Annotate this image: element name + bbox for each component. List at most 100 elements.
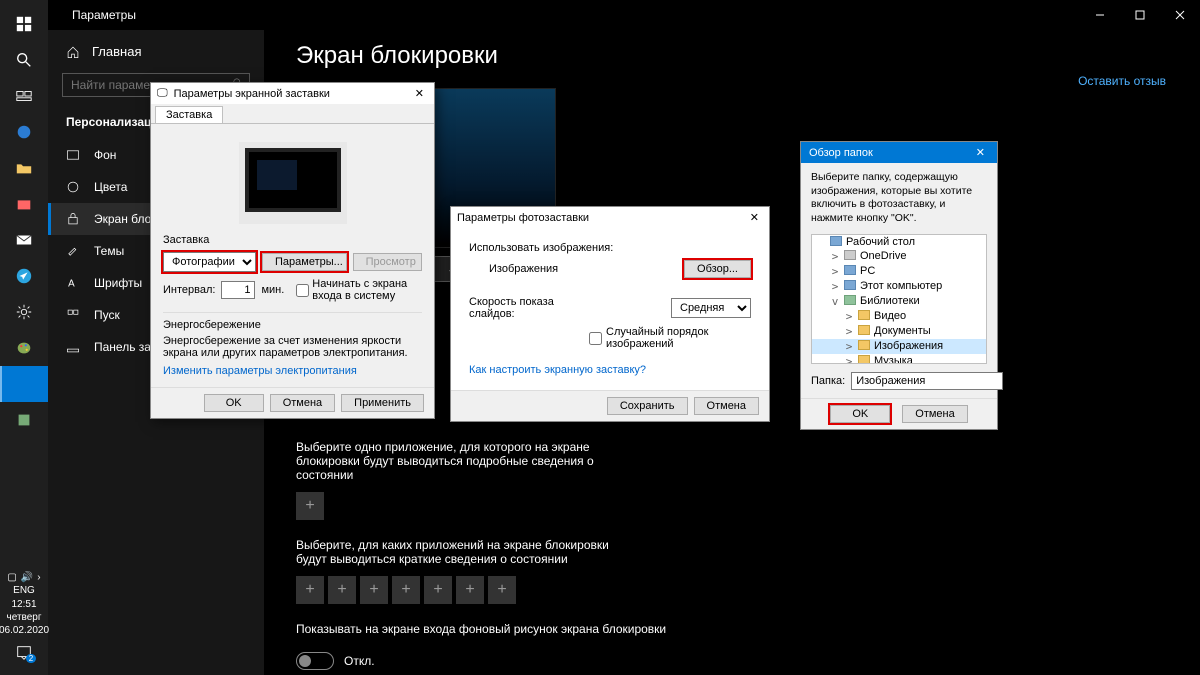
detail-app-tile[interactable]: +: [296, 492, 324, 520]
volume-icon[interactable]: 🔊: [21, 572, 33, 583]
quick-app-tile[interactable]: +: [360, 576, 388, 604]
browse-dialog: Обзор папок ✕ Выберите папку, содержащую…: [800, 141, 998, 430]
random-checkbox-label[interactable]: Случайный порядок изображений: [589, 326, 751, 350]
interval-input[interactable]: [221, 281, 255, 299]
screensaver-select[interactable]: Фотографии: [163, 252, 256, 272]
minimize-button[interactable]: [1080, 0, 1120, 30]
expand-icon[interactable]: >: [830, 265, 840, 278]
clock[interactable]: 12:51 четверг 06.02.2020: [0, 598, 49, 637]
expand-icon[interactable]: >: [844, 310, 854, 323]
telegram-button[interactable]: [0, 258, 48, 294]
tree-item[interactable]: > Этот компьютер: [812, 279, 986, 294]
close-icon[interactable]: ✕: [746, 211, 763, 224]
paint-icon: [15, 339, 33, 357]
resume-checkbox[interactable]: [296, 284, 309, 297]
maximize-button[interactable]: [1120, 0, 1160, 30]
gear-icon: [15, 303, 33, 321]
quick-app-tile[interactable]: +: [328, 576, 356, 604]
action-center-button[interactable]: 2: [0, 639, 48, 667]
tree-item-label: Изображения: [874, 340, 943, 352]
start-button[interactable]: [0, 6, 48, 42]
tree-item-label: Видео: [874, 310, 906, 322]
tab-screensaver[interactable]: Заставка: [155, 106, 223, 123]
resume-checkbox-label[interactable]: Начинать с экрана входа в систему: [296, 278, 422, 302]
lock-icon: [66, 212, 80, 226]
settings-titlebar: Параметры: [48, 0, 1200, 30]
home-icon: [66, 45, 80, 59]
tree-item[interactable]: Рабочий стол: [812, 235, 986, 249]
close-icon[interactable]: ✕: [972, 146, 989, 159]
search-button[interactable]: [0, 42, 48, 78]
explorer-button[interactable]: [0, 150, 48, 186]
toggle-state: Откл.: [344, 654, 375, 668]
expand-icon[interactable]: >: [844, 355, 854, 364]
interval-label: Интервал:: [163, 284, 215, 296]
font-icon: A: [66, 276, 80, 290]
windows-icon: [15, 15, 33, 33]
cancel-button[interactable]: Отмена: [694, 397, 759, 415]
expand-icon[interactable]: >: [844, 325, 854, 338]
cancel-button[interactable]: Отмена: [902, 405, 967, 423]
random-checkbox[interactable]: [589, 332, 602, 345]
tree-item[interactable]: > OneDrive: [812, 249, 986, 264]
help-link[interactable]: Как настроить экранную заставку?: [469, 364, 646, 376]
apply-button[interactable]: Применить: [341, 394, 424, 412]
tree-item-label: Этот компьютер: [860, 280, 942, 292]
params-button[interactable]: Параметры...: [262, 253, 347, 271]
drive-icon: [844, 250, 856, 262]
ok-button[interactable]: OK: [830, 405, 890, 423]
tree-item-label: Музыка: [874, 355, 913, 364]
task-view-icon: [15, 87, 33, 105]
settings-task-button[interactable]: [0, 366, 48, 402]
folder-icon: [15, 159, 33, 177]
task-view-button[interactable]: [0, 78, 48, 114]
expand-icon[interactable]: v: [830, 295, 840, 308]
edge-button[interactable]: [0, 114, 48, 150]
tree-item-label: OneDrive: [860, 250, 906, 262]
folder-icon: [858, 325, 870, 337]
app-button[interactable]: [0, 402, 48, 438]
store-button[interactable]: [0, 186, 48, 222]
tree-item[interactable]: > Изображения: [812, 339, 986, 354]
expand-icon[interactable]: >: [844, 340, 854, 353]
energy-link[interactable]: Изменить параметры электропитания: [163, 365, 422, 377]
folder-tree[interactable]: Рабочий стол > OneDrive > PC > Этот компьютер v…: [811, 234, 987, 364]
quick-app-tile[interactable]: +: [488, 576, 516, 604]
nav-home[interactable]: Главная: [48, 36, 264, 67]
expand-icon[interactable]: >: [830, 280, 840, 293]
cancel-button[interactable]: Отмена: [270, 394, 335, 412]
screensaver-group-label: Заставка: [163, 234, 422, 246]
tree-item[interactable]: > PC: [812, 264, 986, 279]
close-button[interactable]: [1160, 0, 1200, 30]
folder-field-label: Папка:: [811, 375, 845, 387]
close-icon[interactable]: ✕: [411, 87, 428, 100]
folder-input[interactable]: [851, 372, 1003, 390]
tree-item[interactable]: > Видео: [812, 309, 986, 324]
quick-app-tile[interactable]: +: [424, 576, 452, 604]
browse-button[interactable]: Обзор...: [684, 260, 751, 278]
quick-app-tile[interactable]: +: [392, 576, 420, 604]
expand-icon[interactable]: ›: [37, 572, 40, 583]
expand-icon[interactable]: >: [830, 250, 840, 263]
tree-item[interactable]: v Библиотеки: [812, 294, 986, 309]
paint-button[interactable]: [0, 330, 48, 366]
tree-item-label: Рабочий стол: [846, 236, 915, 248]
mail-button[interactable]: [0, 222, 48, 258]
speed-select[interactable]: Средняя: [671, 298, 751, 318]
tree-item[interactable]: > Музыка: [812, 354, 986, 364]
save-button[interactable]: Сохранить: [607, 397, 688, 415]
quick-app-tile[interactable]: +: [456, 576, 484, 604]
preview-button[interactable]: Просмотр: [353, 253, 422, 271]
tree-item-label: PC: [860, 265, 875, 277]
feedback-link[interactable]: Оставить отзыв: [1078, 74, 1166, 88]
quick-app-tile[interactable]: +: [296, 576, 324, 604]
settings-app-button[interactable]: [0, 294, 48, 330]
tray-chevron-icon[interactable]: ▢: [7, 572, 16, 583]
show-bg-toggle[interactable]: [296, 652, 334, 670]
telegram-icon: [15, 267, 33, 285]
energy-title: Энергосбережение: [163, 319, 422, 331]
tree-item-label: Библиотеки: [860, 295, 920, 307]
ok-button[interactable]: OK: [204, 394, 264, 412]
language-indicator[interactable]: ENG: [13, 585, 35, 596]
tree-item[interactable]: >Документы: [812, 324, 986, 339]
